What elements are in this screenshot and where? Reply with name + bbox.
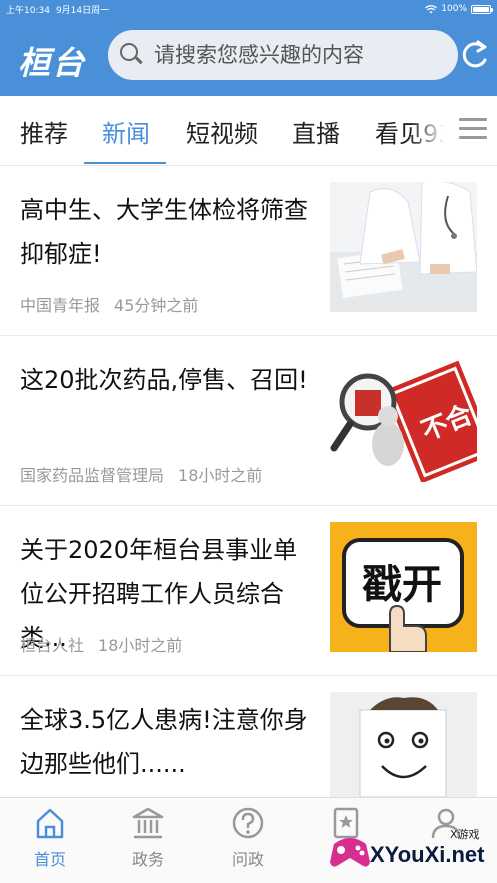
app-logo: 桓台 xyxy=(18,44,87,82)
battery-icon xyxy=(471,4,493,14)
news-meta: 国家药品监督管理局 18小时之前 xyxy=(20,462,262,486)
news-source: 国家药品监督管理局 xyxy=(20,466,165,485)
tabbar-item-inquiry[interactable]: 问政 xyxy=(208,806,288,870)
tabbar-label: 政务 xyxy=(131,850,164,869)
tab-recommend[interactable]: 推荐 xyxy=(20,114,68,149)
watermark-text: XYouXi.net xyxy=(370,842,485,867)
question-icon xyxy=(232,807,264,839)
tab-live[interactable]: 直播 xyxy=(292,114,340,149)
svg-text:戳开: 戳开 xyxy=(362,562,442,608)
watermark-small-text: X游戏 xyxy=(450,828,480,841)
news-thumbnail-face xyxy=(330,692,477,797)
refresh-icon[interactable] xyxy=(461,38,489,72)
news-source: 中国青年报 xyxy=(20,296,101,315)
news-item[interactable]: 这20批次药品,停售、召回! 国家药品监督管理局 18小时之前 不合 xyxy=(0,336,497,506)
news-source: 桓台人社 xyxy=(20,636,85,655)
news-title[interactable]: 高中生、大学生体检将筛查抑郁症! xyxy=(20,188,320,276)
news-item[interactable]: 全球3.5亿人患病!注意你身边那些他们...... xyxy=(0,676,497,797)
news-time: 45分钟之前 xyxy=(114,296,199,315)
home-icon xyxy=(36,808,64,839)
government-icon xyxy=(132,807,164,839)
active-tab-indicator xyxy=(84,162,166,164)
tabbar-label: 首页 xyxy=(33,850,66,869)
search-bar[interactable] xyxy=(108,30,458,80)
news-meta: 中国青年报 45分钟之前 xyxy=(20,292,198,316)
header: 桓台 xyxy=(0,18,497,96)
news-item[interactable]: 关于2020年桓台县事业单位公开招聘工作人员综合类... 桓台人社 18小时之前… xyxy=(0,506,497,676)
watermark: X游戏 XYouXi.net xyxy=(326,818,497,880)
tab-short-video[interactable]: 短视频 xyxy=(186,114,258,149)
search-input[interactable] xyxy=(154,43,444,67)
search-icon xyxy=(120,43,144,67)
status-time: 上午10:34 xyxy=(6,5,50,16)
news-title[interactable]: 全球3.5亿人患病!注意你身边那些他们...... xyxy=(20,698,320,786)
news-title[interactable]: 这20批次药品,停售、召回! xyxy=(20,358,320,402)
tabbar-label: 问政 xyxy=(231,850,264,869)
gamepad-logo-icon xyxy=(330,838,370,867)
category-tabs: 推荐 新闻 短视频 直播 看见937 xyxy=(0,96,497,166)
status-date: 9月14日周一 xyxy=(55,5,110,16)
tabbar-item-government[interactable]: 政务 xyxy=(108,806,188,870)
news-item[interactable]: 高中生、大学生体检将筛查抑郁症! 中国青年报 45分钟之前 xyxy=(0,166,497,336)
news-thumbnail-stamp: 不合 xyxy=(330,352,477,482)
tab-news[interactable]: 新闻 xyxy=(102,114,150,149)
status-bar: 上午10:34 9月14日周一 100% xyxy=(0,0,497,18)
wifi-icon xyxy=(425,4,438,13)
battery-percent: 100% xyxy=(441,4,467,14)
news-thumbnail-doctors xyxy=(330,182,477,312)
news-thumbnail-button: 戳开 xyxy=(330,522,477,652)
tabbar-item-home[interactable]: 首页 xyxy=(10,806,90,870)
battery-fill xyxy=(473,6,489,12)
news-time: 18小时之前 xyxy=(98,636,183,655)
menu-icon[interactable] xyxy=(459,116,487,142)
news-time: 18小时之前 xyxy=(178,466,263,485)
news-meta: 桓台人社 18小时之前 xyxy=(20,632,182,656)
